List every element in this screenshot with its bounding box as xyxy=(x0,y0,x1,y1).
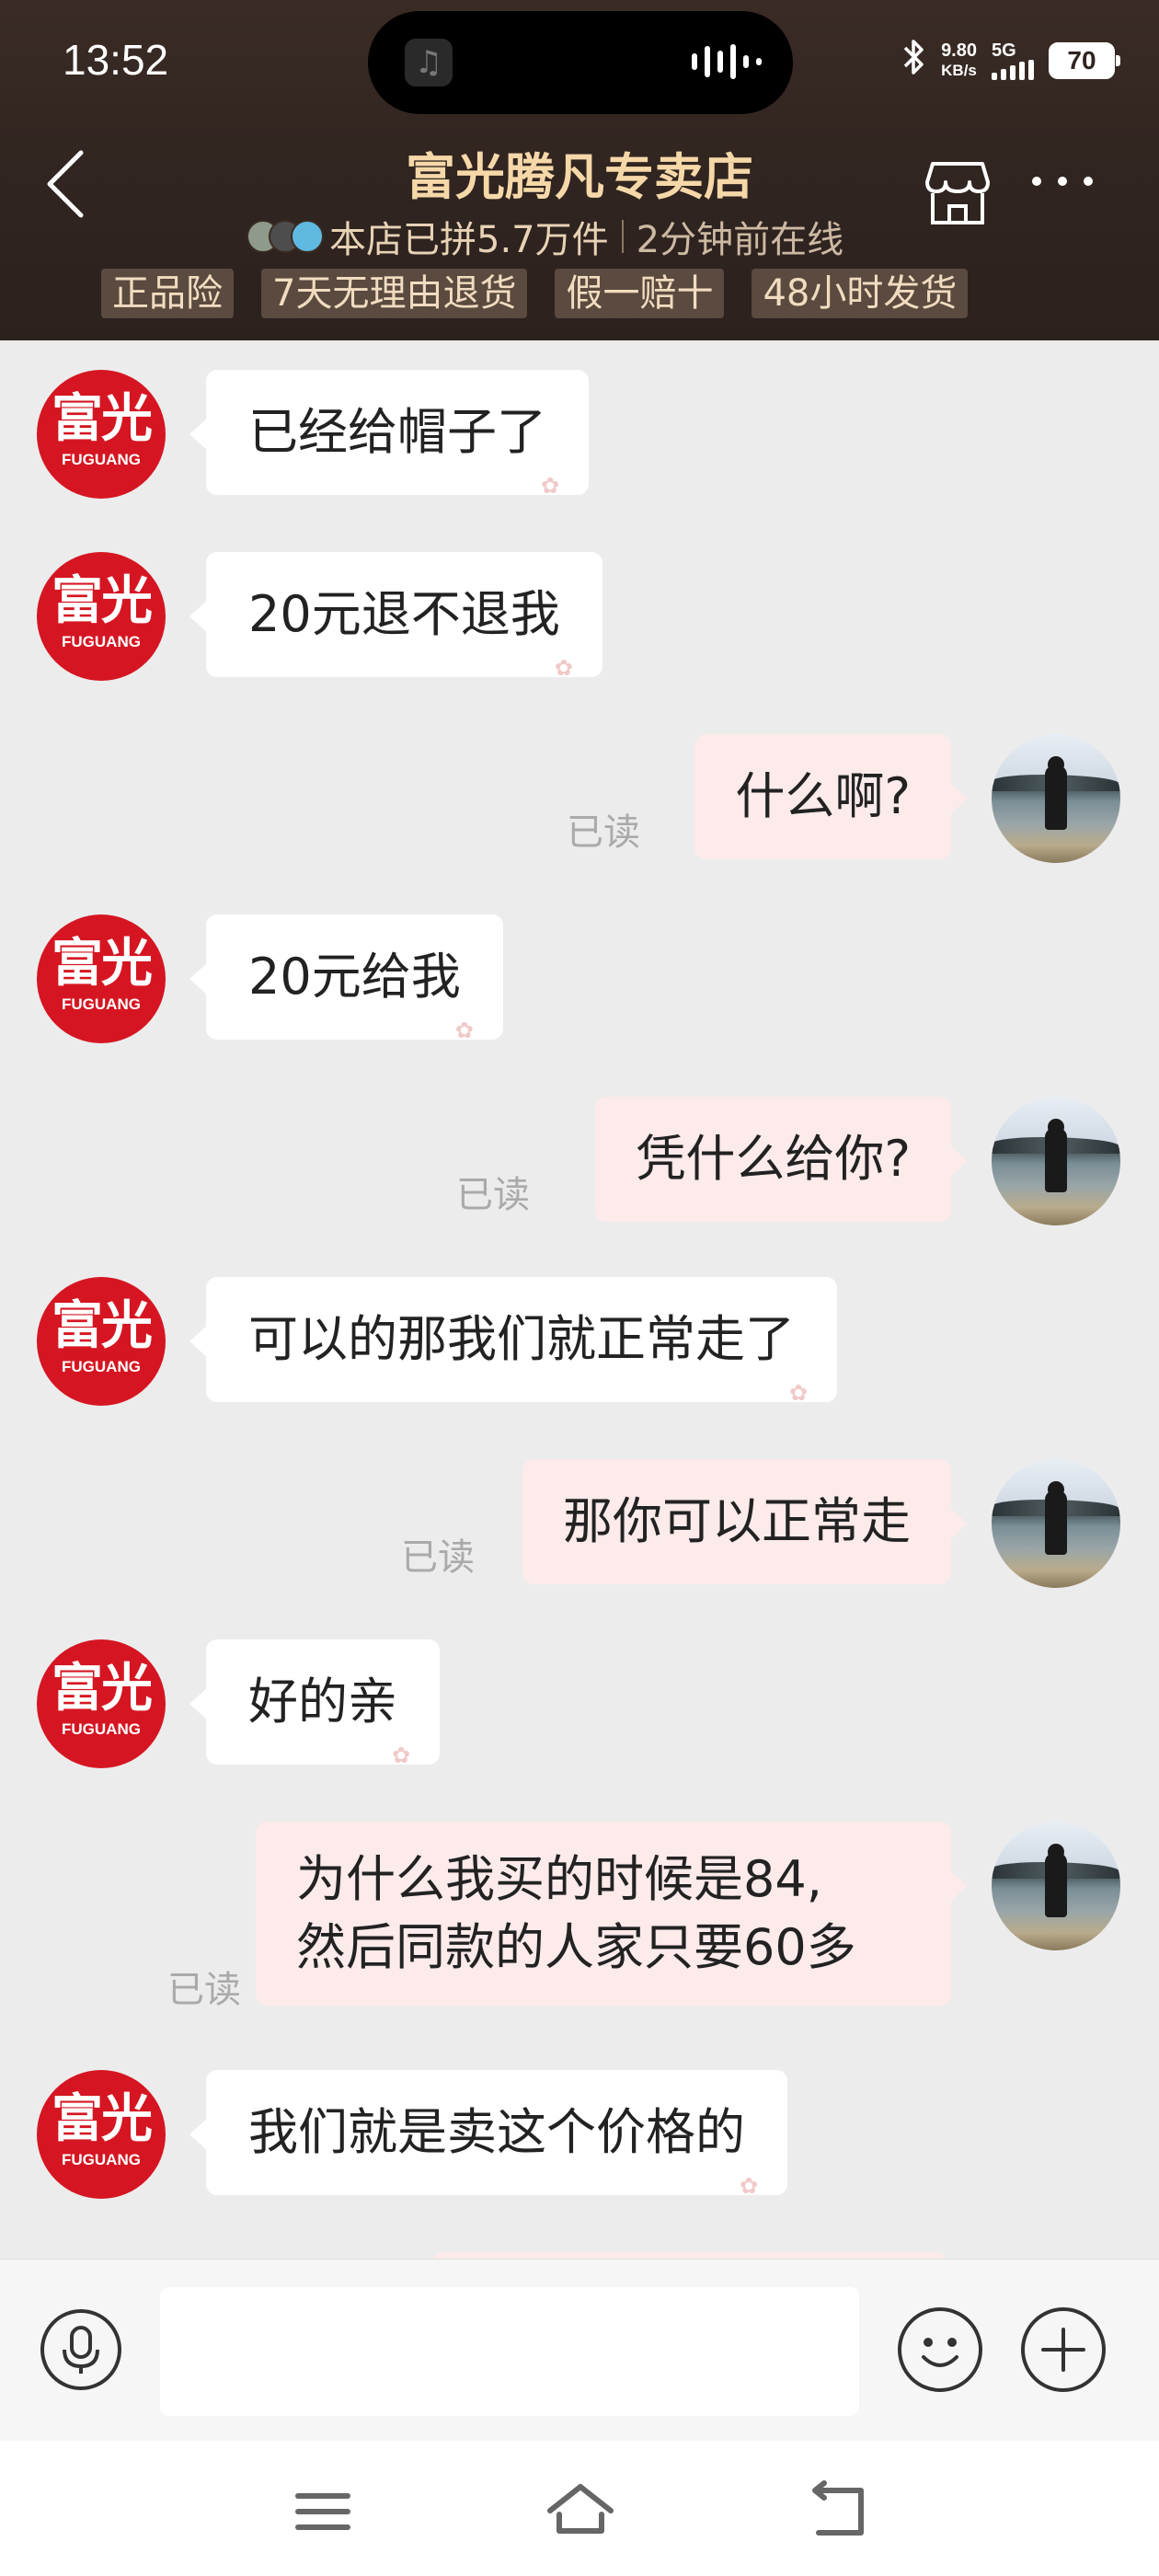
user-avatar[interactable] xyxy=(992,1459,1120,1588)
shop-avatar-en: FUGUANG xyxy=(62,451,141,468)
pin-watermark-icon: ✿ xyxy=(554,655,573,681)
user-avatar[interactable] xyxy=(992,1097,1120,1225)
dynamic-island[interactable]: ♫ xyxy=(368,11,793,114)
shop-avatar[interactable]: 富光 FUGUANG xyxy=(37,2070,166,2199)
pin-watermark-icon: ✿ xyxy=(392,1742,411,1768)
message-bubble-shop[interactable]: 20元退不退我 ✿ xyxy=(189,552,602,681)
status-time: 13:52 xyxy=(63,36,169,84)
message-bubble-shop[interactable]: 我们就是卖这个价格的 ✿ xyxy=(189,2070,787,2199)
plus-icon[interactable] xyxy=(1021,2307,1106,2392)
message-bubble-user[interactable]: 那你可以正常走 xyxy=(522,1459,968,1584)
system-nav-bar xyxy=(0,2441,1159,2576)
message-text: 好的亲 xyxy=(248,1673,397,1731)
shop-avatar[interactable]: 富光 FUGUANG xyxy=(37,370,166,499)
shop-avatar-en: FUGUANG xyxy=(62,1720,141,1738)
online-status: 2分钟前在线 xyxy=(636,219,844,261)
shop-avatar-en: FUGUANG xyxy=(62,995,141,1013)
shop-avatar-en: FUGUANG xyxy=(62,1358,141,1375)
message-text: 凭什么给你? xyxy=(636,1130,911,1188)
shop-avatar[interactable]: 富光 FUGUANG xyxy=(37,914,166,1043)
home-icon[interactable] xyxy=(539,2479,622,2544)
pin-watermark-icon: ✿ xyxy=(789,1380,809,1406)
audio-wave-icon xyxy=(692,44,762,79)
signal-icon xyxy=(992,60,1034,80)
network-speed: 9.80 KB/s xyxy=(941,40,977,81)
shop-avatar-cn: 富光 xyxy=(52,934,153,994)
message-bubble-user[interactable]: 凭什么给你? xyxy=(595,1097,968,1222)
badge-fake-compensation: 假一赔十 xyxy=(555,269,725,318)
microphone-icon[interactable] xyxy=(40,2309,121,2390)
shop-avatar-cn: 富光 xyxy=(52,389,153,449)
message-text: 20元退不退我 xyxy=(248,585,560,643)
shop-avatar[interactable]: 富光 FUGUANG xyxy=(37,552,166,681)
pin-watermark-icon: ✿ xyxy=(541,473,560,499)
back-arrow-icon[interactable] xyxy=(797,2479,879,2544)
message-bubble-user[interactable]: 什么啊? xyxy=(694,734,968,859)
status-indicators: 9.80 KB/s 5G 70 xyxy=(902,37,1120,85)
network-speed-unit: KB/s xyxy=(941,62,977,79)
shop-subtitle: 本店已拼5.7万件 2分钟前在线 xyxy=(247,210,843,263)
shop-avatar-cn: 富光 xyxy=(52,2089,153,2149)
read-receipt: 已读 xyxy=(567,811,640,854)
message-bubble-shop[interactable]: 20元给我 ✿ xyxy=(189,914,503,1043)
badge-7day-return: 7天无理由退货 xyxy=(261,269,528,318)
message-text-line: 为什么我买的时候是84, xyxy=(296,1850,822,1908)
message-text: 可以的那我们就正常走了 xyxy=(248,1310,795,1368)
message-text: 什么啊? xyxy=(735,767,911,825)
message-text: 已经给帽子了 xyxy=(248,403,546,461)
buyer-avatars xyxy=(247,220,324,253)
pin-watermark-icon: ✿ xyxy=(454,1018,474,1043)
message-input[interactable] xyxy=(160,2287,859,2416)
user-avatar[interactable] xyxy=(992,734,1120,863)
message-bubble-user-partial xyxy=(432,2252,947,2259)
shop-avatar[interactable]: 富光 FUGUANG xyxy=(37,1639,166,1768)
message-text-line: 然后同款的人家只要60多 xyxy=(296,1918,856,1976)
message-text: 那你可以正常走 xyxy=(563,1492,911,1550)
badge-genuine-insurance: 正品险 xyxy=(101,269,234,318)
more-dots-icon[interactable] xyxy=(1032,177,1093,186)
service-badges: 正品险 7天无理由退货 假一赔十 48小时发货 xyxy=(101,269,969,318)
network-type: 5G xyxy=(992,41,1034,80)
chat-header: 13:52 ♫ 9.80 KB/s 5G 70 富光腾凡专卖店 本店已拼5.7万… xyxy=(0,0,1159,340)
message-bubble-user[interactable]: 为什么我买的时候是84, 然后同款的人家只要60多 xyxy=(256,1822,968,2006)
message-bubble-shop[interactable]: 已经给帽子了 ✿ xyxy=(189,370,589,499)
message-input-bar xyxy=(0,2259,1159,2441)
shop-avatar-en: FUGUANG xyxy=(62,633,141,650)
network-speed-value: 9.80 xyxy=(941,40,977,61)
divider xyxy=(621,220,624,253)
shop-sales-info: 本店已拼5.7万件 xyxy=(329,219,609,261)
shop-avatar[interactable]: 富光 FUGUANG xyxy=(37,1277,166,1406)
read-receipt: 已读 xyxy=(401,1536,475,1579)
battery-icon: 70 xyxy=(1049,42,1120,79)
shop-avatar-cn: 富光 xyxy=(52,1659,153,1719)
badge-48h-shipping: 48小时发货 xyxy=(752,269,969,318)
bluetooth-icon xyxy=(902,37,926,85)
message-text: 20元给我 xyxy=(248,948,461,1006)
pin-watermark-icon: ✿ xyxy=(740,2173,759,2199)
message-bubble-shop[interactable]: 可以的那我们就正常走了 ✿ xyxy=(189,1277,837,1406)
read-receipt: 已读 xyxy=(167,1969,241,2011)
menu-icon[interactable] xyxy=(281,2479,364,2544)
chat-message-list[interactable]: 富光 FUGUANG 已经给帽子了 ✿ 富光 FUGUANG 20元退不退我 ✿… xyxy=(0,340,1159,2259)
read-receipt: 已读 xyxy=(456,1174,530,1216)
message-bubble-shop[interactable]: 好的亲 ✿ xyxy=(189,1639,440,1768)
smiley-icon[interactable] xyxy=(898,2307,982,2392)
shop-avatar-cn: 富光 xyxy=(52,1296,153,1356)
shop-avatar-en: FUGUANG xyxy=(62,2151,141,2168)
network-label: 5G xyxy=(992,40,1016,61)
storefront-icon[interactable] xyxy=(920,156,995,230)
shop-avatar-cn: 富光 xyxy=(52,571,153,631)
music-note-icon: ♫ xyxy=(405,39,453,86)
user-avatar[interactable] xyxy=(992,1822,1120,1950)
message-text: 我们就是卖这个价格的 xyxy=(248,2103,745,2161)
